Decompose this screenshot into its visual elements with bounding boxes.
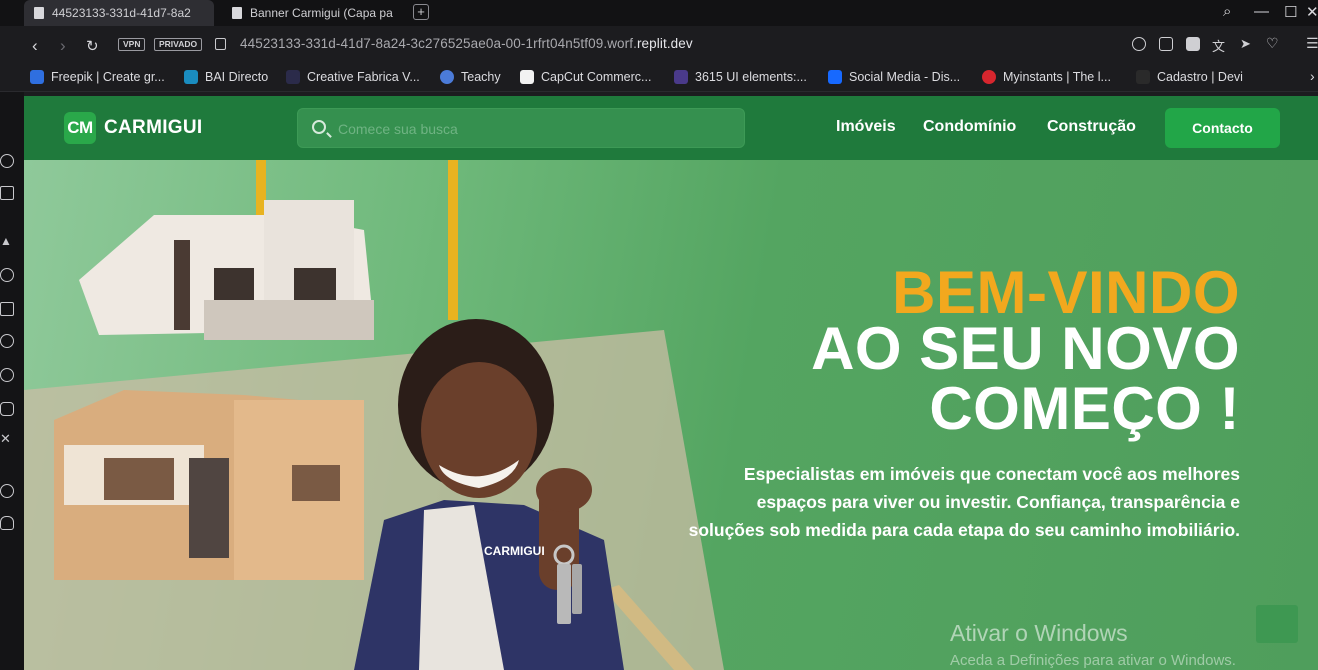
bookmark-label: Cadastro | Devi: [1157, 70, 1243, 84]
bookmark-label: CapCut Commerc...: [541, 70, 652, 84]
url-field[interactable]: 44523133-331d-41d7-8a24-3c276525ae0a-00-…: [240, 36, 693, 51]
spotify-icon[interactable]: [0, 484, 14, 498]
bookmark-creative-fabrica[interactable]: Creative Fabrica V...: [286, 70, 420, 84]
heart-icon[interactable]: ♡: [1266, 35, 1280, 51]
cloud-icon[interactable]: [0, 516, 14, 530]
vest-logo-text: CARMIGUI: [484, 544, 545, 558]
tab-title: 44523133-331d-41d7-8a2: [52, 6, 191, 20]
bookmark-behance[interactable]: Social Media - Dis...: [828, 70, 960, 84]
bookmark-myinstants[interactable]: Myinstants | The l...: [982, 70, 1111, 84]
close-icon[interactable]: ✕: [1306, 3, 1318, 21]
tab-title: Banner Carmigui (Capa pa: [250, 6, 393, 20]
bookmark-cadastro[interactable]: Cadastro | Devi: [1136, 70, 1243, 84]
chatgpt-icon[interactable]: [0, 268, 14, 282]
hero-description: Especialistas em imóveis que conectam vo…: [688, 464, 1240, 540]
freepik-icon: [30, 70, 44, 84]
search-icon: [312, 120, 326, 134]
snapshot-icon[interactable]: [1159, 37, 1173, 51]
url-path: 44523133-331d-41d7-8a24-3c276525ae0a-00-…: [240, 36, 637, 51]
search-box[interactable]: [297, 108, 745, 148]
windows-activation-subtitle: Aceda a Definições para ativar o Windows…: [950, 652, 1236, 669]
pin-icon[interactable]: [1132, 37, 1146, 51]
house-top: [79, 200, 374, 340]
house-bottom: [54, 390, 364, 580]
url-domain: replit.dev: [636, 36, 693, 51]
search-input[interactable]: [338, 118, 728, 140]
windows-activation-title: Ativar o Windows: [950, 620, 1128, 646]
yellow-line: [448, 160, 458, 320]
logo-badge[interactable]: CM: [64, 112, 96, 144]
bookmark-bai[interactable]: BAI Directo: [184, 70, 268, 84]
bookmark-teachy[interactable]: Teachy: [440, 70, 501, 84]
private-badge: PRIVADO: [154, 38, 203, 51]
nav-construcao[interactable]: Construção: [1047, 118, 1136, 136]
hero-image: CARMIGUI: [24, 160, 724, 670]
hero-title-line3: COMEÇO !: [929, 375, 1240, 442]
minimize-icon[interactable]: —: [1254, 3, 1269, 20]
teachy-icon: [440, 70, 454, 84]
tab-bar: 44523133-331d-41d7-8a2 Banner Carmigui (…: [0, 0, 1318, 26]
webpage: CM CARMIGUI Imóveis Condomínio Construçã…: [24, 96, 1318, 670]
bookmark-ui-elements[interactable]: 3615 UI elements:...: [674, 70, 807, 84]
send-icon[interactable]: ➤: [1240, 36, 1254, 51]
sparkle-icon: [286, 70, 300, 84]
bookmark-label: Myinstants | The l...: [1003, 70, 1111, 84]
nav-imoveis[interactable]: Imóveis: [836, 118, 896, 136]
document-icon: [232, 7, 242, 19]
x-icon[interactable]: ✕: [0, 432, 14, 446]
nav-condominio[interactable]: Condomínio: [923, 118, 1016, 136]
bag-icon[interactable]: [0, 186, 14, 200]
contact-button[interactable]: Contacto: [1165, 108, 1280, 148]
more-bookmarks-icon[interactable]: ›: [1310, 68, 1315, 84]
search-icon[interactable]: ⌕: [1223, 3, 1231, 20]
bai-icon: [184, 70, 198, 84]
tab-banner[interactable]: Banner Carmigui (Capa pa: [222, 0, 412, 26]
hero-title-line2: AO SEU NOVO: [811, 315, 1240, 382]
bookmark-label: Teachy: [461, 70, 501, 84]
whatsapp-icon[interactable]: [0, 368, 14, 382]
document-icon: [34, 7, 44, 19]
tab-active[interactable]: 44523133-331d-41d7-8a2: [24, 0, 214, 26]
reload-icon[interactable]: ↻: [86, 37, 99, 55]
messenger-icon[interactable]: [0, 334, 14, 348]
bookmark-capcut[interactable]: CapCut Commerc...: [520, 70, 651, 84]
instagram-icon[interactable]: [0, 402, 14, 416]
devi-icon: [1136, 70, 1150, 84]
behance-icon: [828, 70, 842, 84]
logo-text[interactable]: CARMIGUI: [104, 117, 202, 139]
bookmark-freepik[interactable]: Freepik | Create gr...: [30, 70, 165, 84]
maximize-icon[interactable]: ☐: [1284, 3, 1297, 21]
bookmark-label: BAI Directo: [205, 70, 269, 84]
vpn-badge[interactable]: VPN: [118, 38, 146, 51]
back-icon[interactable]: ‹: [32, 36, 38, 56]
bookmarks-bar: Freepik | Create gr... BAI Directo Creat…: [0, 64, 1318, 92]
bookmark-label: Social Media - Dis...: [849, 70, 961, 84]
floating-action-button[interactable]: [1256, 605, 1298, 643]
hero-banner: CARMIGUI BEM-VINDO AO SEU NOVO COMEÇO ! …: [24, 160, 1318, 670]
site-header: CM CARMIGUI Imóveis Condomínio Construçã…: [24, 96, 1318, 160]
bookmark-label: Freepik | Create gr...: [51, 70, 165, 84]
aria-icon[interactable]: ▲: [0, 234, 14, 248]
shield-icon[interactable]: [1186, 37, 1200, 51]
lock-icon[interactable]: [215, 38, 226, 50]
twitch-icon[interactable]: [0, 302, 14, 316]
bookmark-label: Creative Fabrica V...: [307, 70, 420, 84]
translate-icon[interactable]: 文: [1212, 36, 1226, 54]
forward-icon[interactable]: ›: [60, 36, 66, 56]
browser-sidebar: ▲ ✕: [0, 92, 24, 670]
speed-dial-icon[interactable]: [0, 154, 14, 168]
menu-icon[interactable]: ☰: [1306, 35, 1318, 51]
ui-icon: [674, 70, 688, 84]
capcut-icon: [520, 70, 534, 84]
myinstants-icon: [982, 70, 996, 84]
bookmark-label: 3615 UI elements:...: [695, 70, 807, 84]
new-tab-button[interactable]: +: [413, 4, 429, 20]
